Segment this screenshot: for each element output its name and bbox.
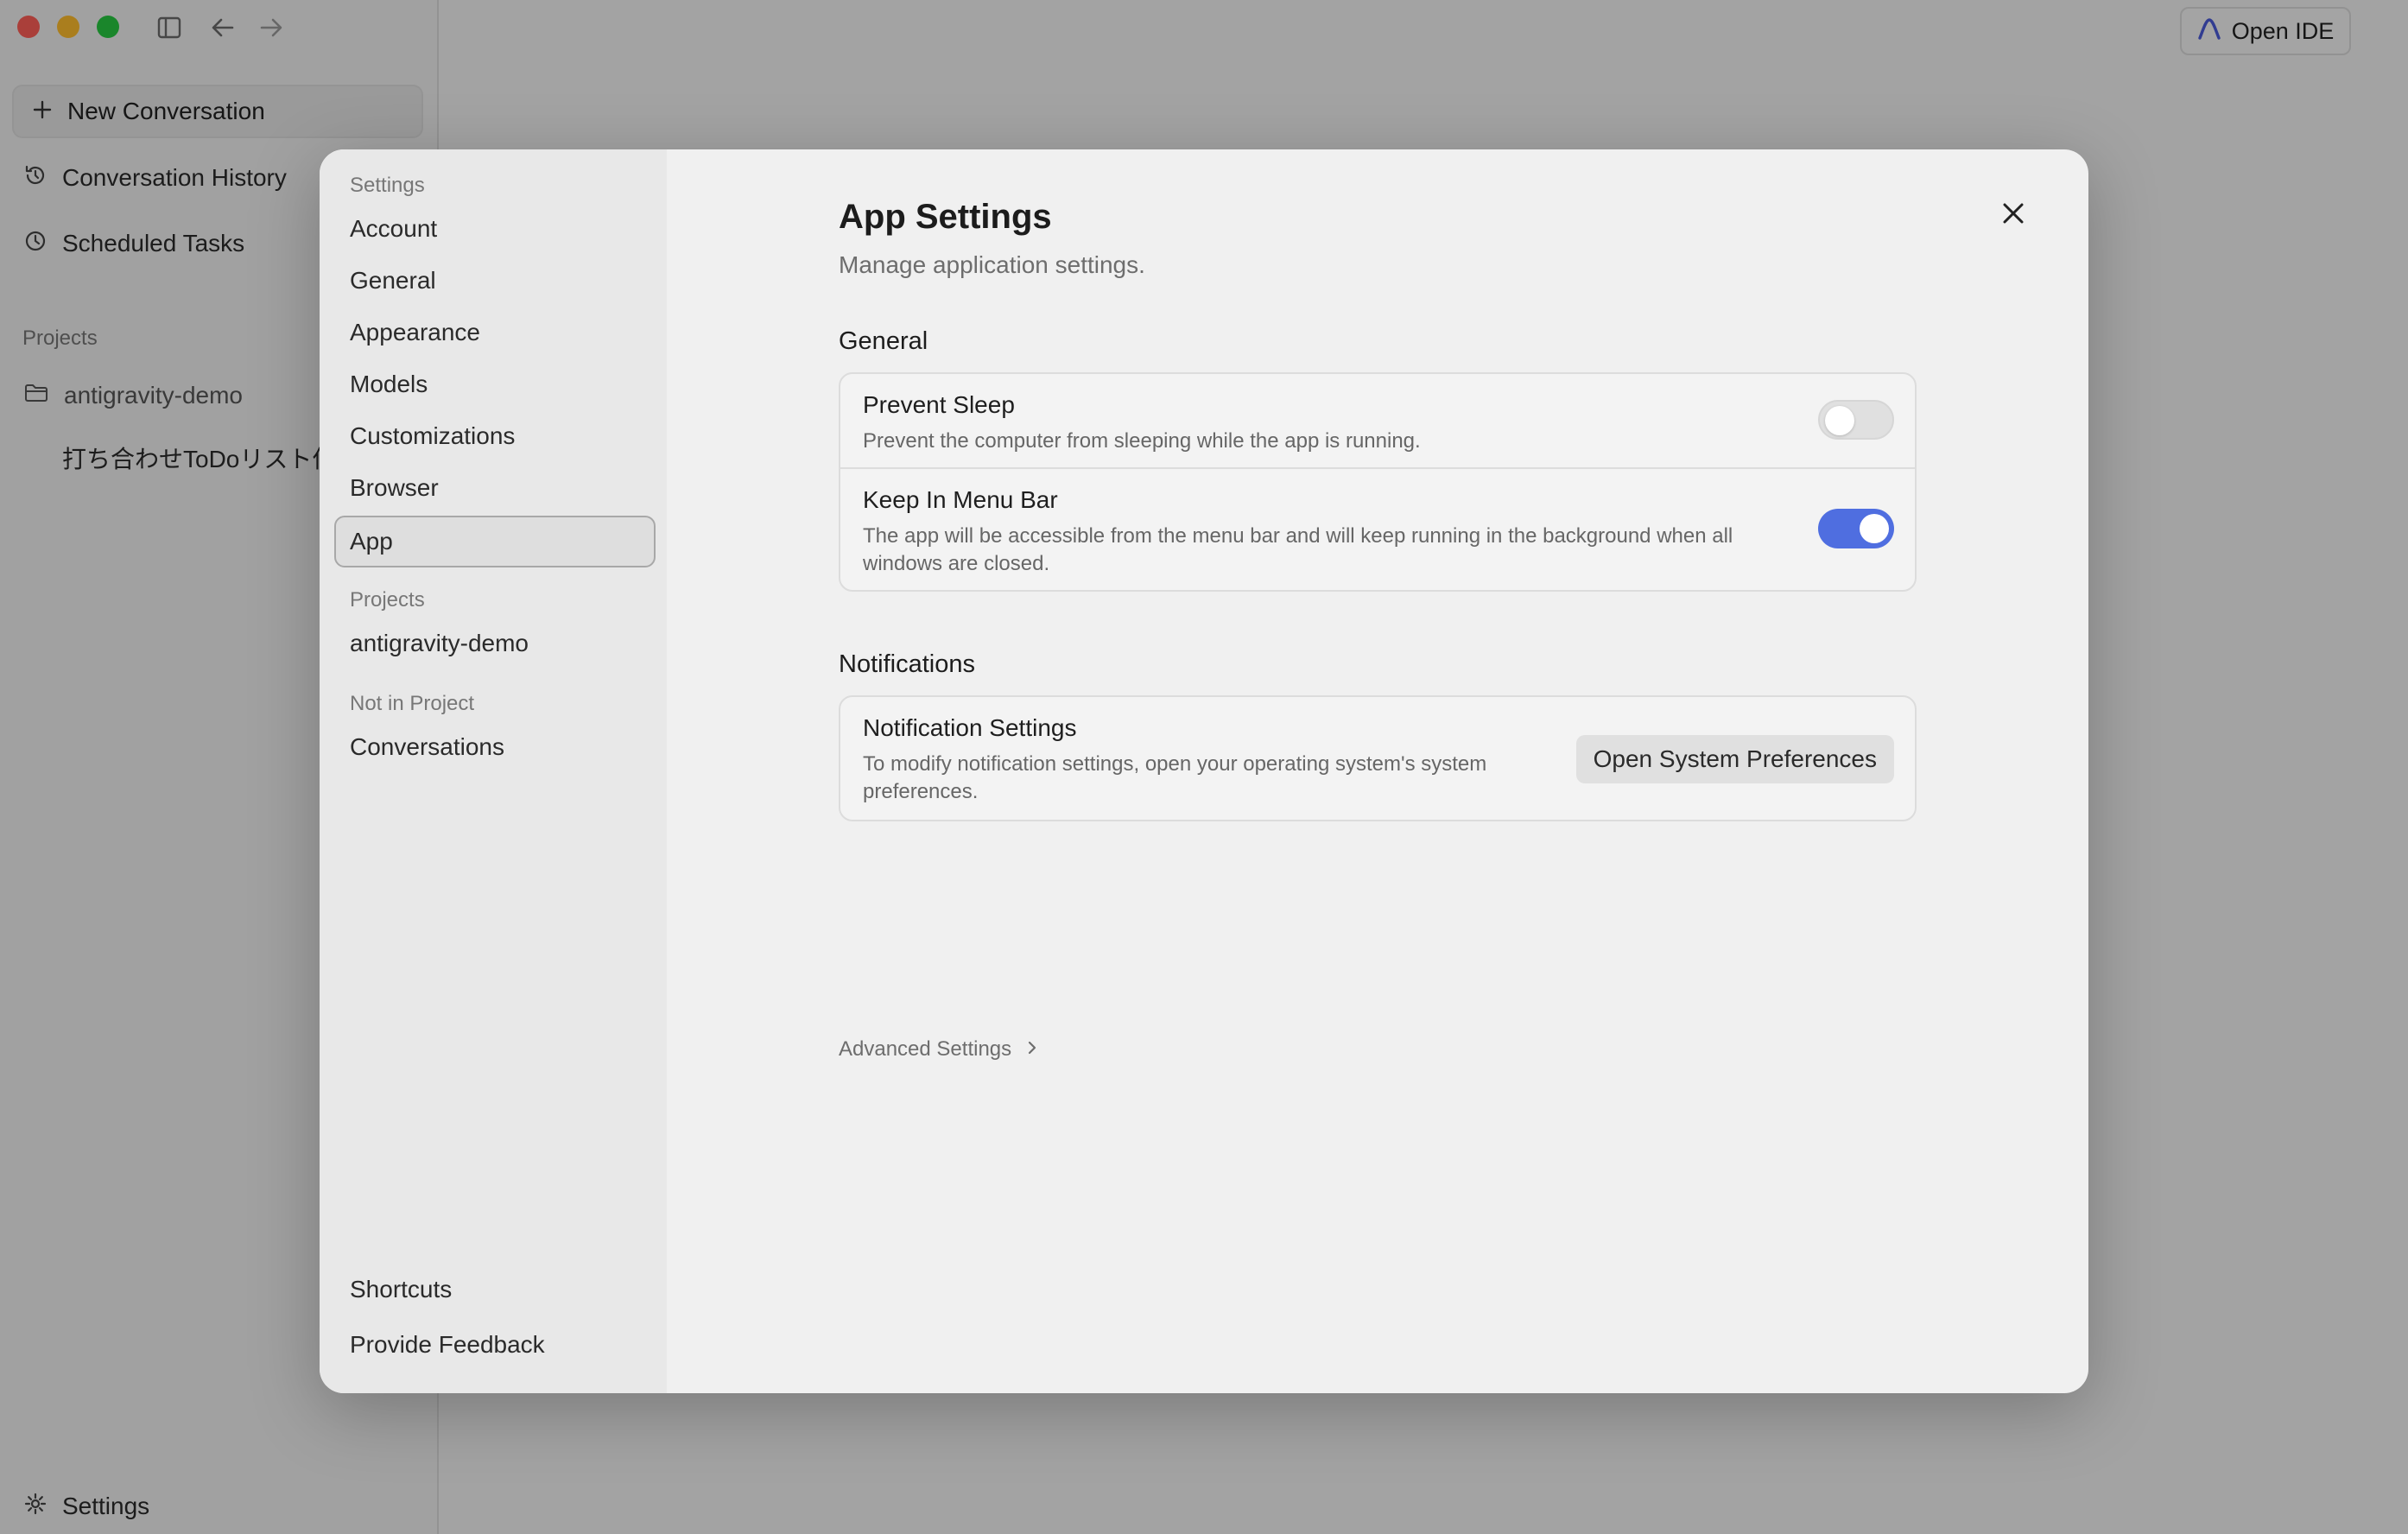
prevent-sleep-row: Prevent Sleep Prevent the computer from … — [840, 374, 1915, 467]
nav-item-provide-feedback[interactable]: Provide Feedback — [350, 1331, 545, 1359]
nav-item-project[interactable]: antigravity-demo — [350, 630, 529, 657]
close-icon — [2001, 201, 2025, 230]
app-window: New Conversation Conversation History Sc… — [0, 0, 2408, 1534]
advanced-settings-label: Advanced Settings — [839, 1037, 1012, 1061]
prevent-sleep-title: Prevent Sleep — [863, 391, 1015, 418]
settings-nav: Settings Account General Appearance Mode… — [320, 149, 667, 1393]
open-system-preferences-button[interactable]: Open System Preferences — [1575, 735, 1894, 783]
nav-section-settings: Settings — [350, 174, 425, 197]
page-subtitle: Manage application settings. — [839, 251, 1145, 278]
toggle-knob — [1860, 514, 1889, 543]
advanced-settings-link[interactable]: Advanced Settings — [839, 1037, 1037, 1062]
nav-item-general[interactable]: General — [350, 267, 436, 295]
notifications-heading: Notifications — [839, 650, 975, 678]
keep-in-menu-bar-title: Keep In Menu Bar — [863, 486, 1058, 513]
nav-item-app[interactable]: App — [334, 516, 656, 567]
keep-in-menu-bar-row: Keep In Menu Bar The app will be accessi… — [840, 467, 1915, 590]
chevron-right-icon — [1027, 1037, 1037, 1062]
notification-settings-description: To modify notification settings, open yo… — [863, 752, 1487, 803]
settings-modal: Settings Account General Appearance Mode… — [320, 149, 2088, 1393]
prevent-sleep-description: Prevent the computer from sleeping while… — [863, 429, 1421, 453]
nav-item-shortcuts[interactable]: Shortcuts — [350, 1276, 452, 1303]
close-modal-button[interactable] — [1991, 193, 2036, 238]
nav-item-models[interactable]: Models — [350, 371, 428, 398]
nav-item-conversations[interactable]: Conversations — [350, 733, 504, 761]
nav-item-account[interactable]: Account — [350, 215, 437, 243]
keep-in-menu-bar-toggle[interactable] — [1818, 509, 1894, 548]
nav-item-browser[interactable]: Browser — [350, 474, 439, 502]
nav-item-appearance[interactable]: Appearance — [350, 319, 480, 346]
keep-in-menu-bar-description: The app will be accessible from the menu… — [863, 524, 1733, 575]
nav-section-projects: Projects — [350, 588, 425, 612]
nav-section-not-in-project: Not in Project — [350, 692, 475, 715]
general-heading: General — [839, 327, 928, 355]
general-settings-card: Prevent Sleep Prevent the computer from … — [839, 372, 1917, 592]
prevent-sleep-toggle[interactable] — [1818, 400, 1894, 440]
page-title: App Settings — [839, 198, 1052, 236]
nav-item-customizations[interactable]: Customizations — [350, 422, 515, 450]
toggle-knob — [1825, 406, 1854, 435]
notifications-card: Notification Settings To modify notifica… — [839, 695, 1917, 821]
notification-settings-row: Notification Settings To modify notifica… — [840, 697, 1915, 820]
